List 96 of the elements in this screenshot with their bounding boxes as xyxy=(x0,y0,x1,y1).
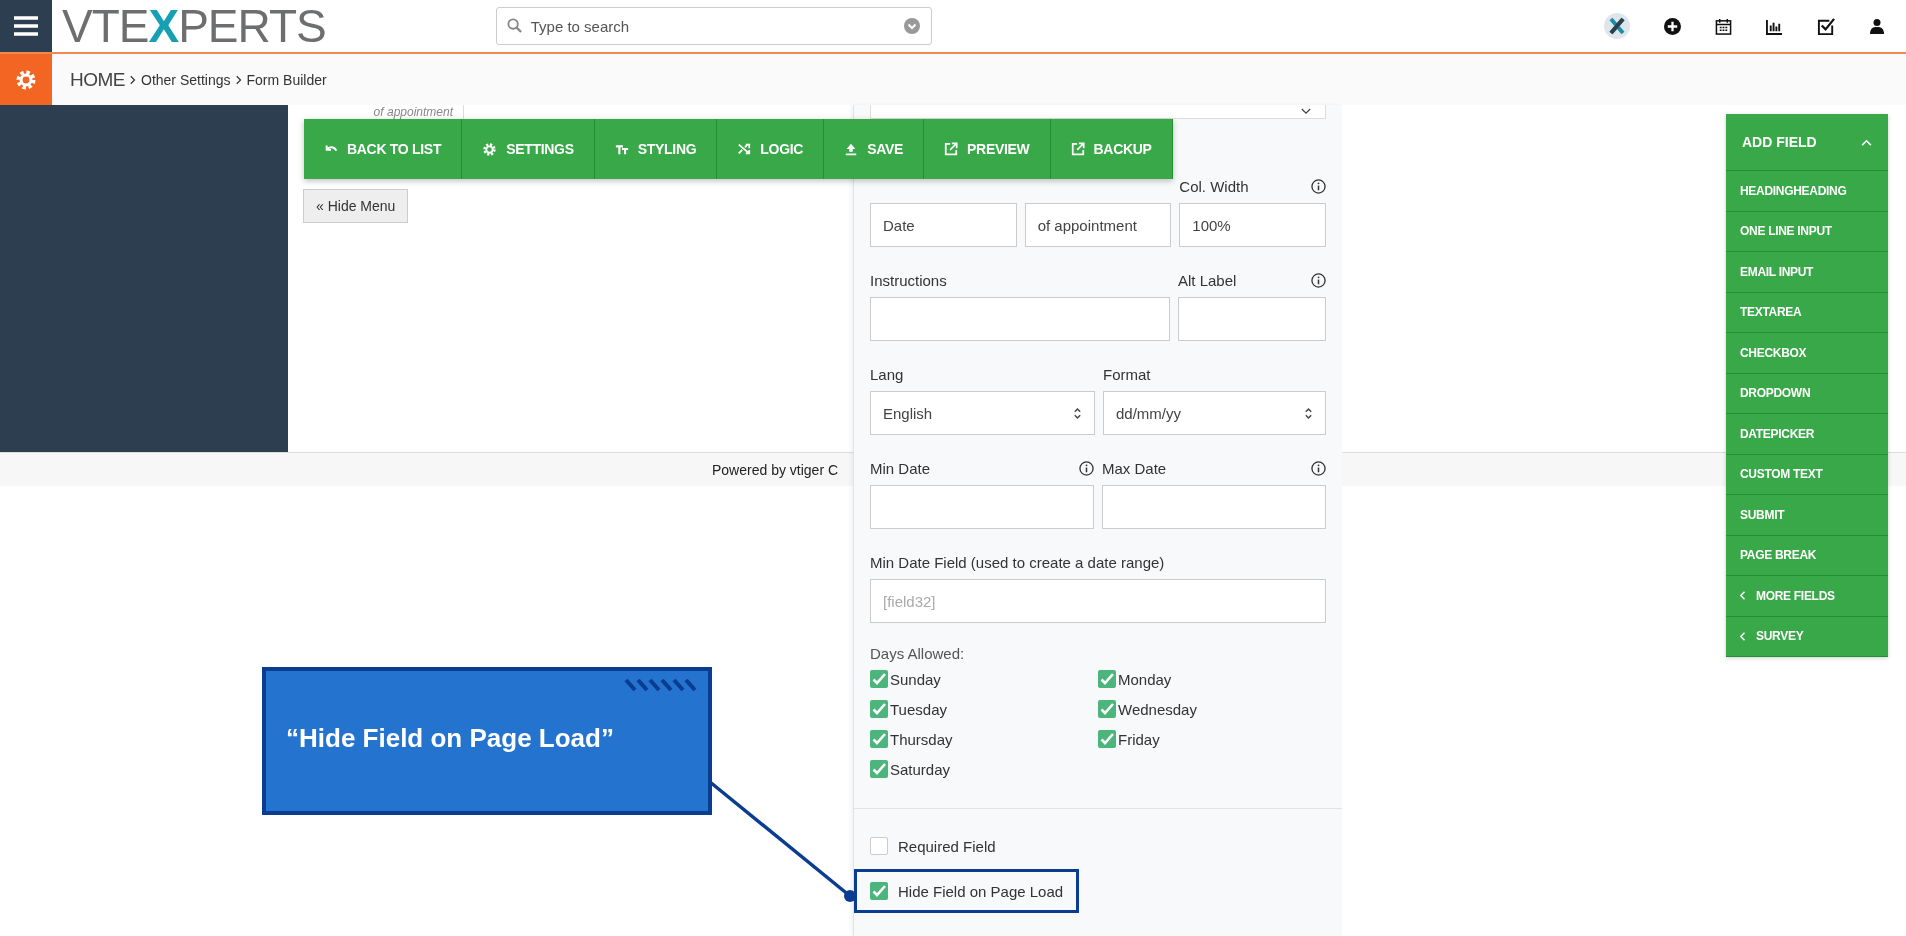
input-field[interactable] xyxy=(1178,297,1326,341)
input-field[interactable]: [field32] xyxy=(870,579,1326,623)
panel-title: ADD FIELD xyxy=(1742,134,1817,150)
breadcrumb-link[interactable]: Other Settings xyxy=(141,71,231,88)
breadcrumb-link[interactable]: HOME xyxy=(70,68,125,91)
checkbox[interactable] xyxy=(870,760,888,778)
toolbar-button[interactable]: STYLING xyxy=(594,119,718,179)
text-size-icon xyxy=(614,142,629,156)
input-field[interactable]: of appointment xyxy=(1024,203,1172,247)
calendar-icon[interactable] xyxy=(1715,17,1732,35)
field-label: Format xyxy=(1103,365,1151,383)
breadcrumb-link[interactable]: Form Builder xyxy=(246,71,327,88)
external-link-icon xyxy=(944,142,959,156)
updown-icon xyxy=(1304,405,1313,421)
checkbox[interactable] xyxy=(1098,670,1116,688)
caret-up-icon[interactable] xyxy=(1861,138,1872,146)
input-field[interactable]: Date xyxy=(870,203,1017,247)
search-field[interactable]: Type to search xyxy=(495,7,932,45)
add-field-header[interactable]: ADD FIELD xyxy=(1726,114,1888,171)
days-allowed-label: Days Allowed: xyxy=(870,645,966,662)
day-label: Friday xyxy=(1118,730,1160,748)
gear-icon xyxy=(482,141,498,157)
callout-text: “Hide Field on Page Load” xyxy=(286,722,614,754)
field-type-item[interactable]: DATEPICKER xyxy=(1726,414,1888,455)
day-label: Tuesday xyxy=(890,700,947,718)
field-type-item[interactable]: MORE FIELDS xyxy=(1726,576,1888,617)
info-icon[interactable] xyxy=(1311,272,1326,288)
external-link-icon xyxy=(1070,142,1085,156)
input-field[interactable] xyxy=(870,297,1170,341)
menu-button[interactable] xyxy=(0,0,52,52)
field-type-item[interactable]: DROPDOWN xyxy=(1726,373,1888,414)
field-label: Alt Label xyxy=(1178,271,1237,289)
info-icon[interactable] xyxy=(1311,460,1326,476)
select-field[interactable]: English xyxy=(870,391,1095,435)
menu-icon[interactable] xyxy=(14,16,38,36)
field-label: Min Date xyxy=(870,459,931,477)
day-label: Sunday xyxy=(890,670,941,688)
chevron-down-icon xyxy=(1301,108,1311,115)
toolbar-button[interactable]: LOGIC xyxy=(717,119,825,179)
info-icon[interactable] xyxy=(1311,178,1326,194)
field-type-item[interactable]: SURVEY xyxy=(1726,616,1888,657)
info-icon[interactable] xyxy=(1079,460,1094,476)
dropdown-icon[interactable] xyxy=(903,18,920,34)
checkbox[interactable] xyxy=(1098,730,1116,748)
day-label: Thursday xyxy=(890,730,953,748)
checkbox-icon[interactable] xyxy=(1817,16,1836,36)
checkbox[interactable] xyxy=(870,700,888,718)
x-mark-icon[interactable] xyxy=(1604,13,1630,39)
shuffle-icon xyxy=(737,142,752,156)
footer-text: Powered by vtiger C xyxy=(712,461,839,478)
toolbar-button[interactable]: BACKUP xyxy=(1050,119,1173,179)
field-type-item[interactable]: EMAIL INPUT xyxy=(1726,252,1888,293)
day-label: Monday xyxy=(1118,670,1172,688)
field-type-item[interactable]: CUSTOM TEXT xyxy=(1726,454,1888,495)
checkbox[interactable] xyxy=(870,882,888,900)
field-label: Col. Width xyxy=(1179,177,1249,195)
chevron-left-icon xyxy=(1740,591,1746,601)
field-type-item[interactable]: ONE LINE INPUT xyxy=(1726,211,1888,252)
input-field[interactable] xyxy=(870,485,1094,529)
input-field[interactable]: 100% xyxy=(1179,203,1326,247)
checkbox[interactable] xyxy=(870,670,888,688)
settings-icon[interactable] xyxy=(15,68,37,91)
checkbox[interactable] xyxy=(870,837,888,855)
select-field[interactable]: dd/mm/yy xyxy=(1103,391,1326,435)
field-label: Max Date xyxy=(1102,459,1167,477)
field-label: Min Date Field (used to create a date range) xyxy=(870,553,1165,571)
upload-icon xyxy=(844,142,859,156)
day-label: Saturday xyxy=(890,760,951,778)
toolbar-button[interactable]: SAVE xyxy=(824,119,925,179)
user-icon[interactable] xyxy=(1870,18,1884,34)
input-field[interactable] xyxy=(1102,485,1326,529)
field-type-item[interactable]: TEXTAREA xyxy=(1726,292,1888,333)
toolbar-button[interactable]: BACK TO LIST xyxy=(304,119,463,179)
field-label: Lang xyxy=(870,365,904,383)
field-type-item[interactable]: CHECKBOX xyxy=(1726,333,1888,374)
add-icon[interactable] xyxy=(1664,17,1681,35)
checkbox[interactable] xyxy=(870,730,888,748)
field-type-item[interactable]: HEADINGHEADING xyxy=(1726,171,1888,212)
hide-menu-button[interactable]: « Hide Menu xyxy=(303,189,409,223)
logo: VTEXPERTS xyxy=(62,0,326,53)
field-label: Instructions xyxy=(870,271,947,289)
select-field[interactable] xyxy=(870,105,1326,119)
checkbox[interactable] xyxy=(1098,700,1116,718)
bar-chart-icon[interactable] xyxy=(1766,17,1783,35)
day-label: Wednesday xyxy=(1118,700,1197,718)
field-type-item[interactable]: PAGE BREAK xyxy=(1726,535,1888,576)
toolbar-button[interactable]: PREVIEW xyxy=(924,119,1051,179)
updown-icon xyxy=(1073,405,1082,421)
chevron-left-icon xyxy=(1740,631,1746,641)
search-icon xyxy=(506,18,522,33)
option-label: Required Field xyxy=(898,837,996,855)
chevron-icon xyxy=(130,74,136,85)
chevron-icon xyxy=(235,74,242,85)
option-label: Hide Field on Page Load xyxy=(898,882,1064,900)
field-type-item[interactable]: SUBMIT xyxy=(1726,495,1888,536)
toolbar-button[interactable]: SETTINGS xyxy=(462,119,595,179)
